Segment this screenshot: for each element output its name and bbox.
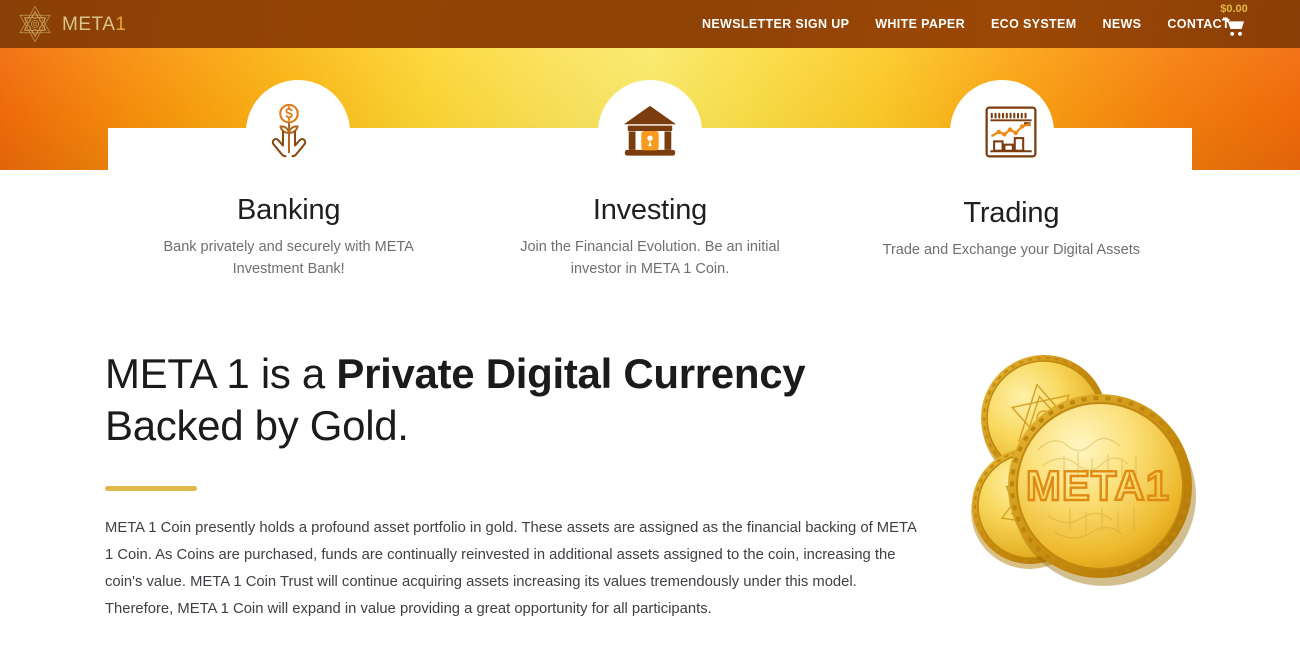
feature-title-trading: Trading	[963, 197, 1060, 229]
nav-white-paper[interactable]: WHITE PAPER	[875, 17, 965, 31]
shopping-cart-icon	[1223, 17, 1245, 37]
feature-title-investing: Investing	[592, 194, 708, 226]
main-navigation: NEWSLETTER SIGN UP WHITE PAPER ECO SYSTE…	[702, 0, 1230, 48]
hexagram-star-logo-icon	[14, 3, 56, 45]
feature-description-investing: Join the Financial Evolution. Be an init…	[520, 239, 780, 277]
hero-section: META 1 is a Private Digital Currency Bac…	[0, 330, 1300, 650]
site-header: META1 NEWSLETTER SIGN UP WHITE PAPER ECO…	[0, 0, 1300, 48]
nav-eco-system[interactable]: ECO SYSTEM	[991, 17, 1076, 31]
headline-emphasis: Private Digital Currency	[336, 350, 806, 397]
feature-card-investing: Investing Join the Financial Evolution. …	[469, 80, 830, 280]
trading-chart-window-icon	[959, 80, 1063, 184]
brand-name: META1	[62, 14, 127, 35]
headline-part-2: Backed by Gold.	[105, 402, 409, 449]
svg-text:META1: META1	[1026, 462, 1170, 509]
three-gold-meta1-coins-image: META1	[948, 340, 1198, 590]
nav-newsletter-sign-up[interactable]: NEWSLETTER SIGN UP	[702, 17, 849, 31]
cart-total-amount: $0.00	[1220, 3, 1248, 15]
headline-part-1: META 1 is a	[105, 350, 337, 397]
feature-description-banking: Bank privately and securely with META In…	[163, 239, 414, 277]
brand-logo[interactable]: META1	[14, 2, 126, 46]
hero-text-column: META 1 is a Private Digital Currency Bac…	[105, 348, 925, 623]
bank-building-vault-lock-icon	[598, 80, 702, 181]
feature-list: Banking Bank privately and securely with…	[108, 80, 1192, 280]
hero-paragraph: META 1 Coin presently holds a profound a…	[105, 520, 916, 617]
cart-button[interactable]: $0.00	[1210, 3, 1258, 47]
gold-divider	[105, 486, 197, 491]
feature-title-banking: Banking	[236, 194, 341, 226]
page-title: META 1 is a Private Digital Currency Bac…	[105, 348, 925, 452]
hands-holding-money-plant-icon	[237, 80, 341, 181]
page-root: META1 NEWSLETTER SIGN UP WHITE PAPER ECO…	[0, 0, 1300, 650]
nav-news[interactable]: NEWS	[1102, 17, 1141, 31]
feature-card-banking: Banking Bank privately and securely with…	[108, 80, 469, 280]
feature-description-trading: Trade and Exchange your Digital Assets	[882, 242, 1141, 258]
feature-card-trading: Trading Trade and Exchange your Digital …	[831, 80, 1192, 280]
